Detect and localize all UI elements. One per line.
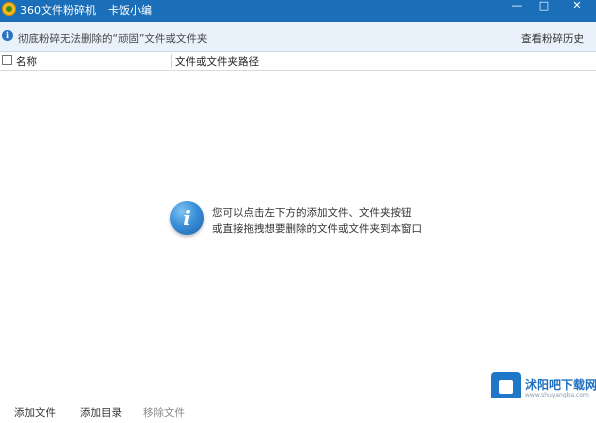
empty-hint-line1: 您可以点击左下方的添加文件、文件夹按钮 <box>212 207 412 219</box>
column-divider[interactable] <box>171 54 172 68</box>
title-bar: 360文件粉碎机 卡饭小编 — □ ✕ <box>0 0 596 22</box>
app-logo-icon <box>2 2 16 16</box>
info-circle-icon: i <box>170 201 204 235</box>
file-list-area[interactable]: i 您可以点击左下方的添加文件、文件夹按钮 或直接拖拽想要删除的文件或文件夹到本… <box>0 71 596 397</box>
view-history-link[interactable]: 查看粉碎历史 <box>521 31 584 46</box>
remove-file-button[interactable]: 移除文件 <box>143 405 185 420</box>
info-icon: i <box>2 30 13 41</box>
info-bar: i 彻底粉碎无法删除的“顽固”文件或文件夹 查看粉碎历史 <box>0 22 596 52</box>
empty-hint-line2: 或直接拖拽想要删除的文件或文件夹到本窗口 <box>212 223 422 235</box>
add-directory-button[interactable]: 添加目录 <box>80 405 122 420</box>
select-all-checkbox[interactable] <box>2 55 12 65</box>
column-header-path[interactable]: 文件或文件夹路径 <box>175 54 259 69</box>
bottom-toolbar: 添加文件 添加目录 移除文件 <box>0 398 596 423</box>
window-title: 360文件粉碎机 卡饭小编 <box>20 4 152 17</box>
watermark-name: 沭阳吧下载网 <box>525 378 596 392</box>
close-button[interactable]: ✕ <box>560 0 594 14</box>
info-text: 彻底粉碎无法删除的“顽固”文件或文件夹 <box>18 33 208 45</box>
app-title: 360文件粉碎机 <box>20 4 96 17</box>
file-list-header: 名称 文件或文件夹路径 <box>0 52 596 71</box>
add-file-button[interactable]: 添加文件 <box>14 405 56 420</box>
minimize-button[interactable]: — <box>503 0 531 14</box>
maximize-button[interactable]: □ <box>530 0 558 14</box>
column-header-name[interactable]: 名称 <box>16 54 37 69</box>
app-subtitle: 卡饭小编 <box>108 4 152 17</box>
